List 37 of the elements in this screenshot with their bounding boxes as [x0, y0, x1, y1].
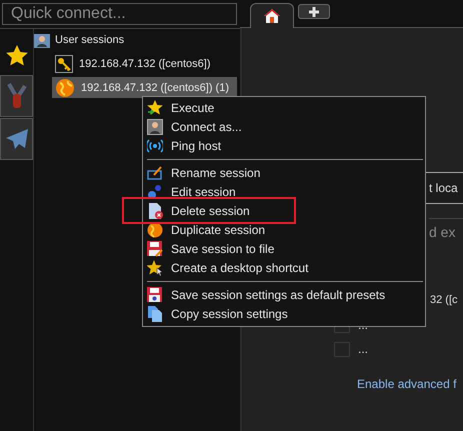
- menu-item[interactable]: Rename session: [143, 163, 425, 182]
- advanced-link[interactable]: Enable advanced f: [357, 377, 456, 391]
- rename-icon: [147, 164, 163, 180]
- key-icon: [55, 54, 73, 72]
- option-icon: [334, 342, 350, 356]
- house-icon: [264, 9, 280, 23]
- paper-plane-icon: [4, 127, 30, 151]
- star-arrow-icon: [147, 100, 163, 116]
- input-field[interactable]: d ex: [429, 218, 463, 245]
- menu-item[interactable]: Save session settings as default presets: [143, 285, 425, 304]
- send-tab[interactable]: [0, 118, 33, 160]
- floppy-gear-icon: [147, 286, 163, 302]
- globe-icon: [147, 222, 163, 238]
- highlighted-menu-item[interactable]: Delete session: [122, 197, 296, 224]
- session-item[interactable]: 192.168.47.132 ([centos6]) (1): [52, 77, 237, 98]
- ping-icon: [147, 138, 163, 154]
- pocket-knife-icon: [4, 82, 28, 110]
- copy-icon: [147, 306, 163, 322]
- user-icon: [147, 118, 163, 134]
- home-tab[interactable]: [250, 3, 294, 28]
- option-label: ...: [358, 342, 368, 356]
- quick-connect-field[interactable]: Quick connect...: [2, 3, 237, 25]
- session-item[interactable]: 192.168.47.132 ([centos6]): [52, 53, 237, 74]
- star-icon: [4, 44, 28, 68]
- delete-document-icon: [147, 202, 163, 218]
- tree-folder-label: User sessions: [55, 34, 124, 46]
- menu-item[interactable]: Save session to file: [143, 239, 425, 258]
- plus-icon: [308, 6, 320, 18]
- menu-item[interactable]: Create a desktop shortcut: [143, 258, 425, 277]
- session-text: 32 ([c: [430, 294, 458, 306]
- menu-item[interactable]: Ping host: [143, 136, 425, 155]
- menu-item[interactable]: Execute: [143, 98, 425, 117]
- globe-icon: [55, 78, 75, 98]
- input-field[interactable]: t loca: [425, 172, 463, 204]
- menu-item[interactable]: Connect as...: [143, 117, 425, 136]
- new-tab-button[interactable]: [298, 4, 330, 19]
- star-cursor-icon: [147, 260, 163, 276]
